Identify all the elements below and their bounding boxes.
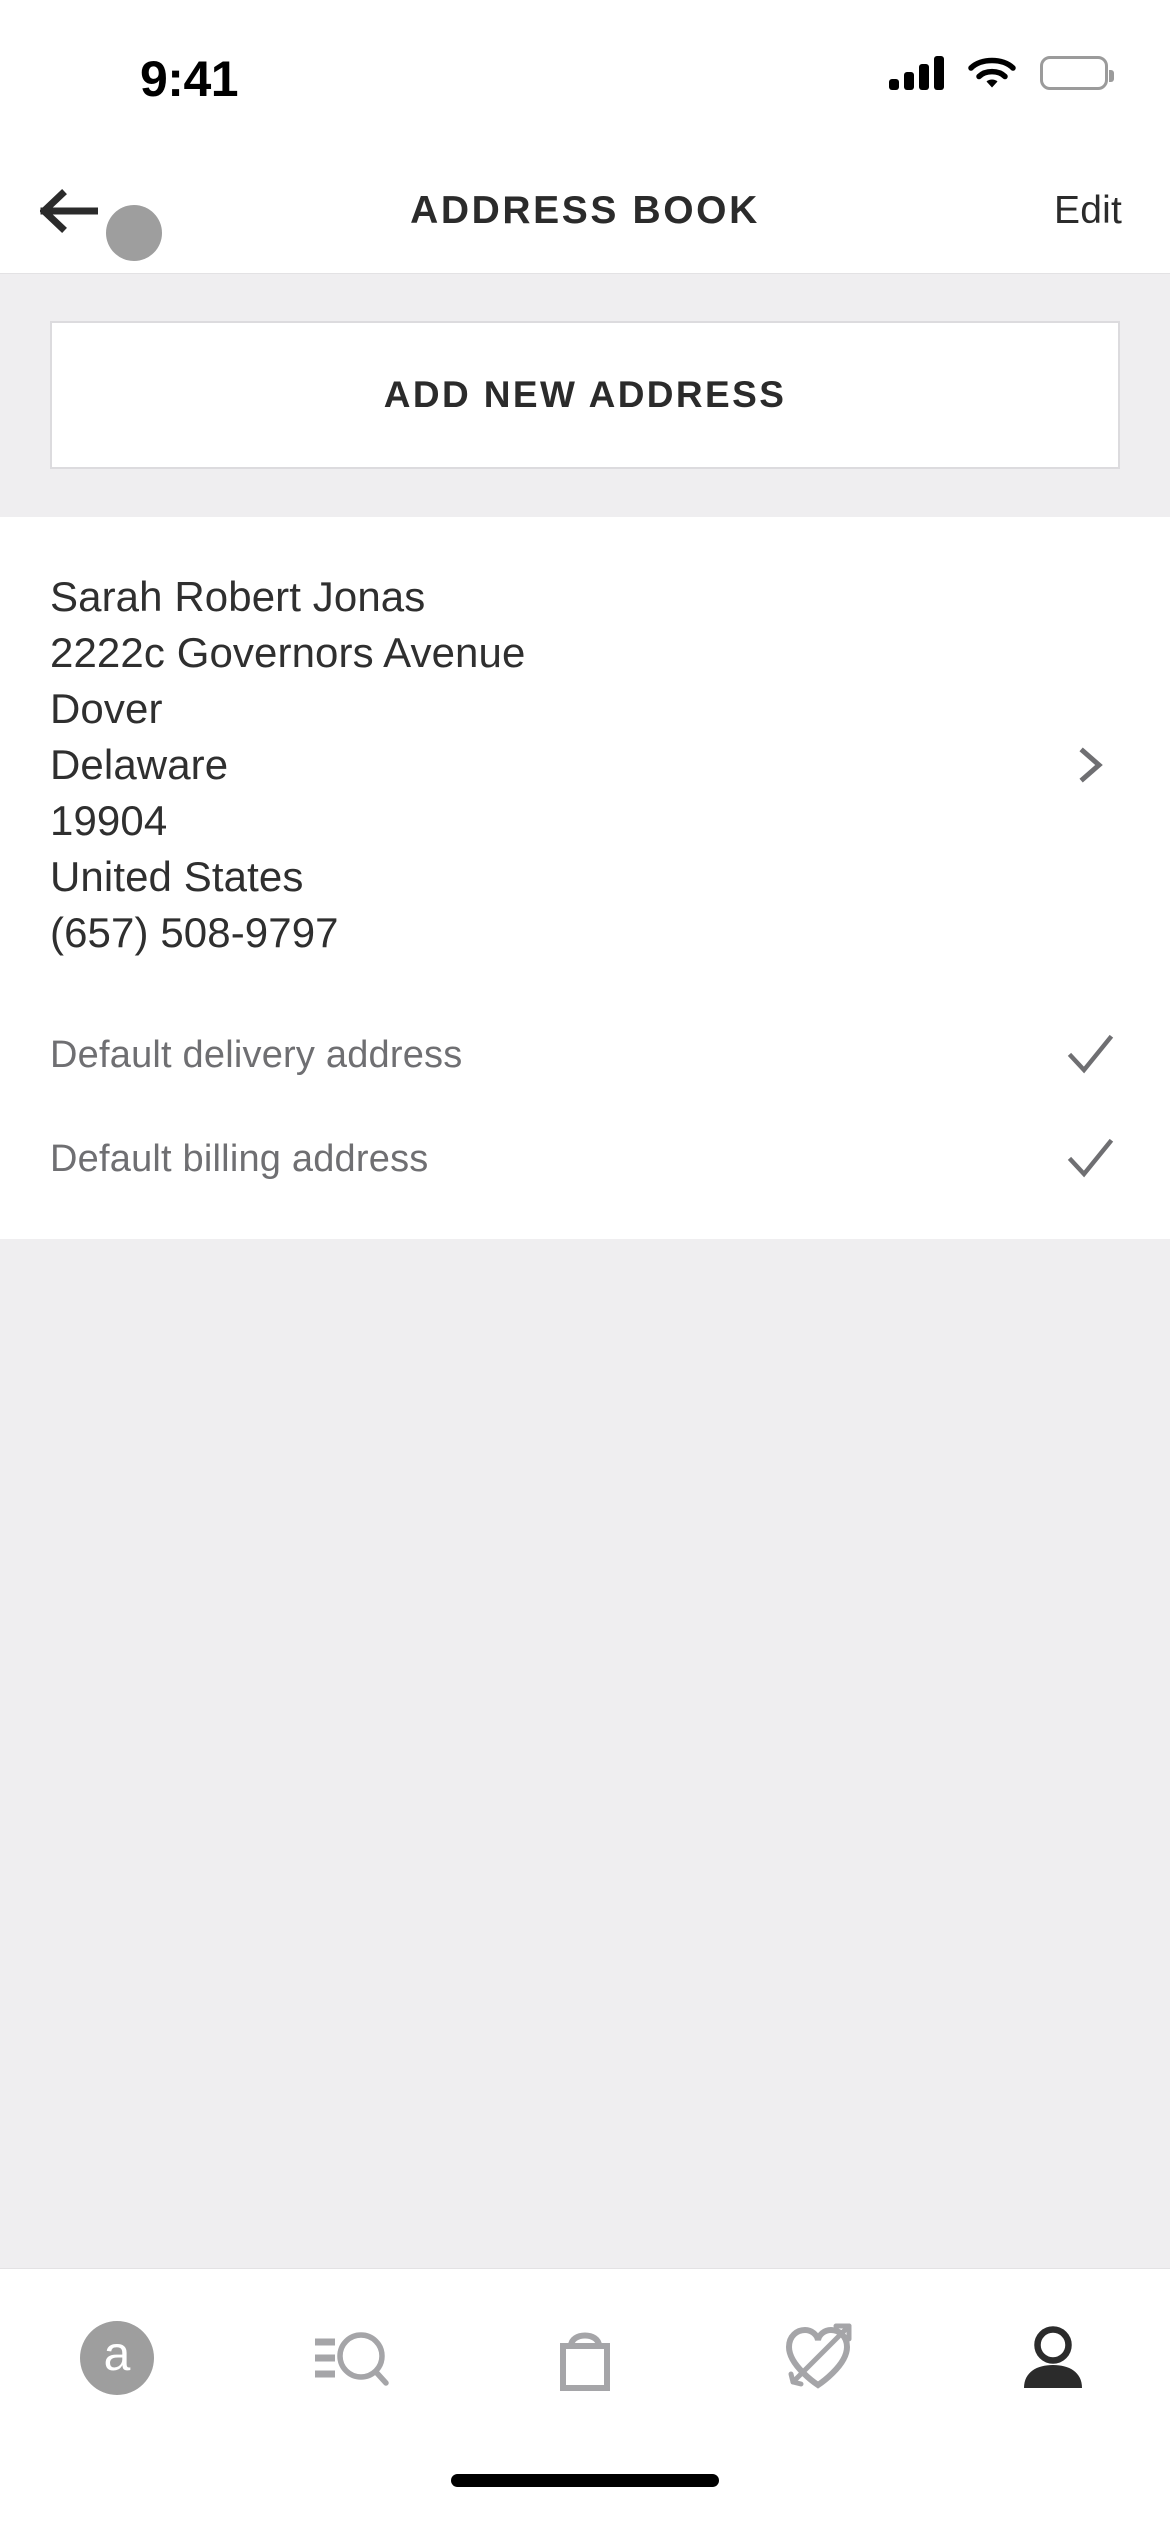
tab-home[interactable]: a <box>0 2313 234 2403</box>
search-list-icon <box>309 2322 393 2394</box>
bottom-tab-bar: a <box>0 2268 1170 2464</box>
chevron-right-icon <box>1068 743 1112 787</box>
card-bottom-padding <box>50 1211 1120 1239</box>
address-line-state: Delaware <box>50 741 229 788</box>
address-line-zip: 19904 <box>50 797 168 844</box>
check-icon <box>1066 1031 1114 1079</box>
tab-saved[interactable] <box>702 2313 936 2403</box>
wifi-icon <box>968 56 1016 90</box>
default-delivery-address-label: Default delivery address <box>50 1033 463 1076</box>
address-line-country: United States <box>50 853 304 900</box>
add-address-section: ADD NEW ADDRESS <box>0 274 1170 517</box>
tab-bag[interactable] <box>468 2313 702 2403</box>
status-bar-icons <box>889 50 1114 96</box>
page-title: ADDRESS BOOK <box>410 188 760 232</box>
person-icon <box>1016 2320 1090 2396</box>
status-bar: 9:41 <box>0 0 1170 148</box>
check-icon <box>1066 1135 1114 1183</box>
tab-account[interactable] <box>936 2313 1170 2403</box>
shopping-bag-icon <box>549 2320 621 2396</box>
empty-list-area <box>0 1239 1170 2268</box>
battery-full-icon <box>1040 56 1114 90</box>
nav-header: ADDRESS BOOK Edit <box>0 148 1170 274</box>
address-card: Sarah Robert Jonas 2222c Governors Avenu… <box>0 517 1170 1239</box>
add-new-address-button[interactable]: ADD NEW ADDRESS <box>50 321 1120 469</box>
address-line-city: Dover <box>50 685 163 732</box>
cellular-signal-icon <box>889 56 944 90</box>
address-line-phone: (657) 508-9797 <box>50 909 339 956</box>
address-lines: Sarah Robert Jonas 2222c Governors Avenu… <box>50 569 1068 961</box>
home-indicator[interactable] <box>451 2474 719 2487</box>
status-bar-time: 9:41 <box>140 51 239 107</box>
address-line-name: Sarah Robert Jonas <box>50 573 426 620</box>
tab-search[interactable] <box>234 2313 468 2403</box>
home-indicator-area <box>0 2464 1170 2532</box>
default-billing-address-label: Default billing address <box>50 1137 429 1180</box>
default-billing-address-row[interactable]: Default billing address <box>50 1107 1120 1211</box>
default-delivery-address-row[interactable]: Default delivery address <box>50 1003 1120 1107</box>
address-list-item[interactable]: Sarah Robert Jonas 2222c Governors Avenu… <box>50 517 1120 1003</box>
address-line-street: 2222c Governors Avenue <box>50 629 526 676</box>
asos-logo-icon: a <box>80 2321 154 2395</box>
heart-arrow-icon <box>777 2318 861 2398</box>
app-screen: 9:41 ADDRESS BOOK Edit ADD NEW ADDRESS S… <box>0 0 1170 2532</box>
edit-button[interactable]: Edit <box>1054 189 1122 233</box>
